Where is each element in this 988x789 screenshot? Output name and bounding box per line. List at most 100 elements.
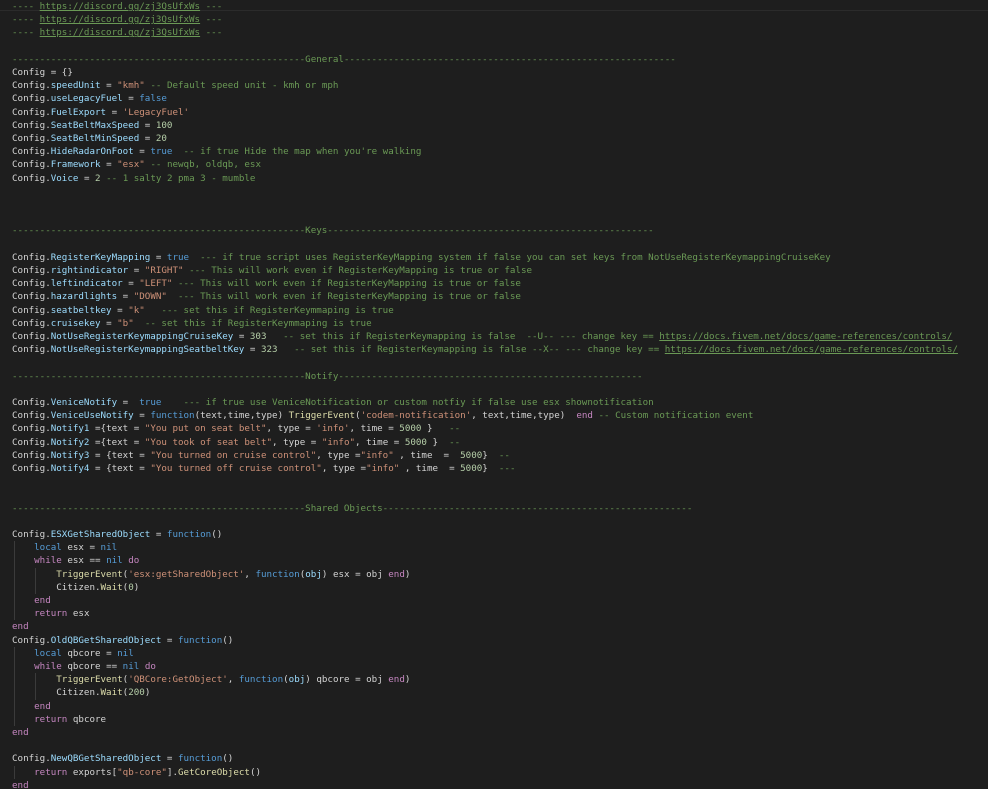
code-line[interactable]: return exports["qb-core"].GetCoreObject(… bbox=[12, 766, 261, 779]
code-link[interactable]: https://discord.gg/zj3QsUfxWs bbox=[40, 14, 200, 25]
code-token: Notify1 bbox=[50, 423, 90, 435]
code-editor[interactable]: ---- https://discord.gg/zj3QsUfxWs --- --… bbox=[0, 0, 988, 789]
code-token: 20 bbox=[155, 133, 167, 144]
code-token: "You took of seat belt" bbox=[144, 436, 273, 448]
code-line[interactable]: Config.HideRadarOnFoot = true -- if true… bbox=[12, 145, 421, 158]
code-line[interactable]: ----------------------------------------… bbox=[12, 53, 676, 66]
code-line[interactable]: Config.SeatBeltMaxSpeed = 100 bbox=[12, 119, 172, 132]
code-token: -- bbox=[432, 423, 461, 435]
code-line[interactable]: Config.rightindicator = "RIGHT" --- This… bbox=[12, 264, 532, 277]
code-token: qbcore == bbox=[61, 661, 123, 672]
code-token: "b" bbox=[117, 317, 134, 329]
code-token: = bbox=[106, 106, 123, 118]
code-token: ----------------------------------------… bbox=[12, 370, 643, 382]
code-line[interactable]: ---- https://discord.gg/zj3QsUfxWs --- bbox=[12, 26, 222, 39]
code-token: = bbox=[244, 344, 261, 356]
code-line[interactable]: Config.NotUseRegisterKeymappingCruiseKey… bbox=[12, 330, 952, 343]
code-token: ]. bbox=[166, 766, 179, 778]
code-token: Voice bbox=[50, 172, 79, 184]
code-token: do bbox=[144, 661, 156, 672]
code-line[interactable]: Config.useLegacyFuel = false bbox=[12, 92, 167, 105]
code-token: ---- bbox=[12, 27, 40, 39]
code-line[interactable]: ----------------------------------------… bbox=[12, 370, 643, 383]
code-token: obj bbox=[305, 568, 322, 580]
code-line[interactable]: Config.speedUnit = "kmh" -- Default spee… bbox=[12, 79, 338, 92]
code-token: ) bbox=[404, 674, 411, 686]
code-token: end bbox=[12, 779, 29, 789]
code-token: } bbox=[421, 423, 433, 435]
code-token: Config. bbox=[12, 119, 51, 131]
code-token: = bbox=[139, 119, 156, 131]
code-line[interactable]: ----------------------------------------… bbox=[12, 224, 654, 237]
code-token: "esx" bbox=[117, 159, 145, 171]
code-token: local bbox=[34, 647, 62, 659]
code-line[interactable]: Config.VeniceNotify = true --- if true u… bbox=[12, 396, 654, 409]
code-line[interactable]: Config.hazardlights = "DOWN" --- This wi… bbox=[12, 290, 521, 303]
code-line[interactable]: Config.FuelExport = 'LegacyFuel' bbox=[12, 106, 189, 119]
code-token: NotUseRegisterKeymappingCruiseKey bbox=[50, 331, 234, 342]
code-token: leftindicator bbox=[50, 278, 123, 290]
code-token: nil bbox=[100, 542, 118, 554]
code-token: Config. bbox=[12, 397, 51, 408]
code-line[interactable]: Config.Framework = "esx" -- newqb, oldqb… bbox=[12, 158, 261, 171]
code-line[interactable]: end bbox=[12, 779, 29, 789]
code-line[interactable]: ----------------------------------------… bbox=[12, 502, 692, 515]
code-line[interactable]: ---- https://discord.gg/zj3QsUfxWs --- bbox=[12, 0, 222, 13]
code-line[interactable]: local qbcore = nil bbox=[12, 647, 134, 660]
code-line[interactable]: Config.VeniceUseNotify = function(text,t… bbox=[12, 409, 753, 422]
code-token: function bbox=[177, 634, 223, 646]
code-token: } bbox=[426, 436, 439, 448]
code-link[interactable]: https://docs.fivem.net/docs/game-referen… bbox=[659, 331, 952, 342]
code-line[interactable]: ---- https://discord.gg/zj3QsUfxWs --- bbox=[12, 13, 222, 26]
code-line[interactable]: Config.NotUseRegisterKeymappingSeatbeltK… bbox=[12, 343, 958, 356]
code-line[interactable]: Config.seatbeltkey = "k" --- set this if… bbox=[12, 304, 394, 317]
code-token: --- bbox=[200, 27, 223, 39]
code-line[interactable]: Config.leftindicator = "LEFT" --- This w… bbox=[12, 277, 521, 290]
code-line[interactable]: Citizen.Wait(200) bbox=[12, 686, 150, 699]
code-line[interactable]: end bbox=[12, 700, 51, 713]
code-line[interactable]: while esx == nil do bbox=[12, 554, 139, 567]
code-line[interactable]: local esx = nil bbox=[12, 541, 117, 554]
code-token: Config. bbox=[12, 344, 51, 356]
code-line[interactable]: end bbox=[12, 726, 29, 739]
code-token: = bbox=[111, 304, 129, 316]
code-link[interactable]: https://discord.gg/zj3QsUfxWs bbox=[40, 27, 200, 38]
code-token: 323 bbox=[260, 344, 278, 356]
code-token: , text,time,type) bbox=[471, 410, 577, 422]
code-line[interactable]: Config.Notify3 = {text = "You turned on … bbox=[12, 449, 510, 462]
code-link[interactable]: https://docs.fivem.net/docs/game-referen… bbox=[665, 344, 958, 355]
code-line[interactable]: Config = {} bbox=[12, 66, 73, 79]
code-line[interactable]: Config.NewQBGetSharedObject = function() bbox=[12, 752, 233, 765]
code-line[interactable]: return esx bbox=[12, 607, 89, 620]
code-line[interactable]: end bbox=[12, 594, 51, 607]
code-line[interactable]: TriggerEvent('esx:getSharedObject', func… bbox=[12, 568, 410, 581]
code-token: --- This will work even if RegisterKeyMa… bbox=[172, 278, 521, 290]
code-line[interactable]: Config.RegisterKeyMapping = true --- if … bbox=[12, 251, 831, 264]
code-line[interactable]: Config.Notify4 = {text = "You turned off… bbox=[12, 462, 516, 475]
code-token: Citizen. bbox=[12, 687, 101, 699]
code-line[interactable]: Config.Notify2 ={text = "You took of sea… bbox=[12, 436, 460, 449]
code-token: end bbox=[34, 700, 51, 712]
code-line[interactable]: Config.SeatBeltMinSpeed = 20 bbox=[12, 132, 167, 145]
code-line[interactable]: Citizen.Wait(0) bbox=[12, 581, 139, 594]
indent-guide bbox=[14, 765, 15, 779]
code-link[interactable]: https://discord.gg/zj3QsUfxWs bbox=[40, 1, 200, 12]
code-line[interactable]: Config.ESXGetSharedObject = function() bbox=[12, 528, 222, 541]
code-token: = {text = bbox=[89, 449, 151, 461]
code-token: -- bbox=[438, 436, 461, 448]
code-line[interactable]: Config.Notify1 ={text = "You put on seat… bbox=[12, 422, 460, 435]
code-token: exports[ bbox=[67, 766, 118, 778]
code-line[interactable]: return qbcore bbox=[12, 713, 106, 726]
code-token: , time = bbox=[349, 423, 400, 435]
code-token: while bbox=[34, 661, 62, 672]
code-line[interactable]: TriggerEvent('QBCore:GetObject', functio… bbox=[12, 673, 410, 686]
code-line[interactable]: Config.cruisekey = "b" -- set this if Re… bbox=[12, 317, 372, 330]
code-token: (text,time,type) bbox=[194, 410, 289, 422]
code-token: Config. bbox=[12, 331, 51, 342]
code-line[interactable]: while qbcore == nil do bbox=[12, 660, 156, 673]
code-line[interactable]: end bbox=[12, 620, 29, 633]
code-line[interactable]: Config.OldQBGetSharedObject = function() bbox=[12, 634, 233, 647]
code-token: = bbox=[100, 159, 118, 171]
code-line[interactable]: Config.Voice = 2 -- 1 salty 2 pma 3 - mu… bbox=[12, 172, 255, 185]
